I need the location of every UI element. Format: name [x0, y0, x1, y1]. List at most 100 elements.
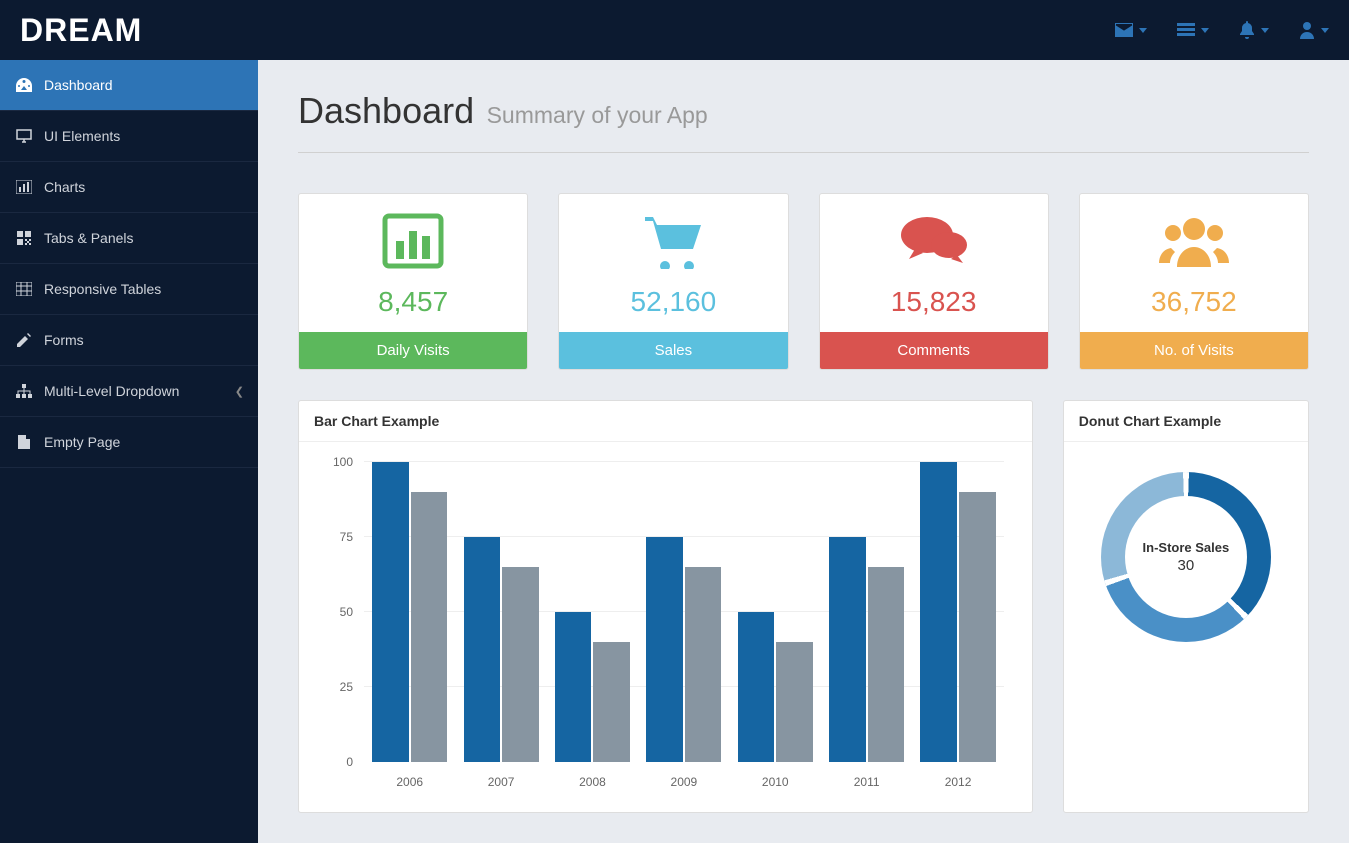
stat-value: 36,752: [1080, 276, 1308, 332]
stat-value: 15,823: [820, 276, 1048, 332]
caret-down-icon: [1139, 28, 1147, 33]
bar-group: [455, 462, 546, 762]
bar-group: [912, 462, 1003, 762]
bar-series-b[interactable]: [411, 492, 448, 762]
sidebar-item-forms[interactable]: Forms: [0, 315, 258, 366]
y-axis: 0255075100: [319, 462, 359, 762]
sidebar-item-dashboard[interactable]: Dashboard: [0, 60, 258, 111]
stat-value: 8,457: [299, 276, 527, 332]
x-label: 2006: [364, 767, 455, 792]
cart-icon: [559, 206, 787, 276]
sidebar-item-tabs-panels[interactable]: Tabs & Panels: [0, 213, 258, 264]
topbar: DREAM: [0, 0, 1349, 60]
sidebar-item-charts[interactable]: Charts: [0, 162, 258, 213]
table-icon: [16, 281, 32, 297]
bar-chart-title: Bar Chart Example: [299, 401, 1032, 442]
sidebar-item-responsive-tables[interactable]: Responsive Tables: [0, 264, 258, 315]
stat-cards-row: 8,457Daily Visits52,160Sales15,823Commen…: [298, 193, 1309, 370]
y-tick: 100: [333, 455, 353, 469]
sidebar-item-label: Forms: [44, 332, 84, 348]
chart-icon: [16, 179, 32, 195]
brand-logo[interactable]: DREAM: [20, 12, 142, 49]
desktop-icon: [16, 128, 32, 144]
tasks-icon: [1177, 23, 1195, 37]
stat-label: Comments: [820, 332, 1048, 369]
bar-series-a[interactable]: [738, 612, 775, 762]
caret-down-icon: [1321, 28, 1329, 33]
sidebar-item-label: Dashboard: [44, 77, 113, 93]
bar-group: [547, 462, 638, 762]
donut-center-label: In-Store Sales: [1143, 540, 1230, 555]
stat-card-no-of-visits[interactable]: 36,752No. of Visits: [1079, 193, 1309, 370]
bar-series-a[interactable]: [829, 537, 866, 762]
main-content: Dashboard Summary of your App 8,457Daily…: [258, 60, 1349, 843]
bar-series-b[interactable]: [776, 642, 813, 762]
bar-series-a[interactable]: [372, 462, 409, 762]
sidebar-item-label: Responsive Tables: [44, 281, 161, 297]
plot-area: [364, 462, 1004, 762]
stat-card-comments[interactable]: 15,823Comments: [819, 193, 1049, 370]
caret-down-icon: [1201, 28, 1209, 33]
donut-chart-panel: Donut Chart Example In-Store Sales 30: [1063, 400, 1309, 813]
stat-card-sales[interactable]: 52,160Sales: [558, 193, 788, 370]
y-tick: 75: [340, 530, 353, 544]
stat-card-daily-visits[interactable]: 8,457Daily Visits: [298, 193, 528, 370]
x-label: 2009: [638, 767, 729, 792]
donut-chart[interactable]: In-Store Sales 30: [1101, 472, 1271, 642]
sidebar-item-label: Charts: [44, 179, 85, 195]
bar-chart[interactable]: 02550751002006200720082009201020112012: [319, 462, 1012, 792]
page-title: Dashboard: [298, 90, 474, 131]
x-label: 2010: [730, 767, 821, 792]
y-tick: 0: [346, 755, 353, 769]
bell-icon: [1239, 21, 1255, 39]
caret-down-icon: [1261, 28, 1269, 33]
envelope-icon: [1115, 23, 1133, 37]
stat-label: Sales: [559, 332, 787, 369]
file-icon: [16, 434, 32, 450]
sidebar: Dashboard UI Elements Charts Tabs & Panels R…: [0, 60, 258, 843]
users-icon: [1080, 206, 1308, 276]
sitemap-icon: [16, 383, 32, 399]
bar-group: [364, 462, 455, 762]
sidebar-item-ui-elements[interactable]: UI Elements: [0, 111, 258, 162]
x-axis: 2006200720082009201020112012: [364, 767, 1004, 792]
user-dropdown[interactable]: [1299, 21, 1329, 39]
donut-center: In-Store Sales 30: [1125, 496, 1247, 618]
stat-label: Daily Visits: [299, 332, 527, 369]
x-label: 2007: [455, 767, 546, 792]
x-label: 2011: [821, 767, 912, 792]
bar-series-b[interactable]: [502, 567, 539, 762]
sidebar-item-empty-page[interactable]: Empty Page: [0, 417, 258, 468]
alerts-dropdown[interactable]: [1239, 21, 1269, 39]
chevron-left-icon: ❮: [235, 385, 244, 398]
charts-row: Bar Chart Example 0255075100200620072008…: [298, 400, 1309, 813]
bar-series-a[interactable]: [464, 537, 501, 762]
sidebar-item-label: Empty Page: [44, 434, 120, 450]
bar-series-a[interactable]: [920, 462, 957, 762]
bar-chart-panel: Bar Chart Example 0255075100200620072008…: [298, 400, 1033, 813]
x-label: 2012: [912, 767, 1003, 792]
x-label: 2008: [547, 767, 638, 792]
user-icon: [1299, 21, 1315, 39]
sidebar-item-multi-level-dropdown[interactable]: Multi-Level Dropdown ❮: [0, 366, 258, 417]
bar-series-b[interactable]: [685, 567, 722, 762]
mail-dropdown[interactable]: [1115, 21, 1147, 39]
bar-chart-icon: [299, 206, 527, 276]
sidebar-item-label: Multi-Level Dropdown: [44, 383, 179, 399]
y-tick: 50: [340, 605, 353, 619]
stat-label: No. of Visits: [1080, 332, 1308, 369]
bar-group: [821, 462, 912, 762]
bar-series-b[interactable]: [959, 492, 996, 762]
bar-series-a[interactable]: [555, 612, 592, 762]
tasks-dropdown[interactable]: [1177, 21, 1209, 39]
page-header: Dashboard Summary of your App: [298, 90, 1309, 153]
bar-group: [638, 462, 729, 762]
bar-series-b[interactable]: [868, 567, 905, 762]
sidebar-item-label: Tabs & Panels: [44, 230, 134, 246]
bar-series-a[interactable]: [646, 537, 683, 762]
stat-value: 52,160: [559, 276, 787, 332]
top-nav: [1115, 21, 1329, 39]
bar-series-b[interactable]: [593, 642, 630, 762]
donut-center-value: 30: [1178, 557, 1195, 574]
edit-icon: [16, 332, 32, 348]
